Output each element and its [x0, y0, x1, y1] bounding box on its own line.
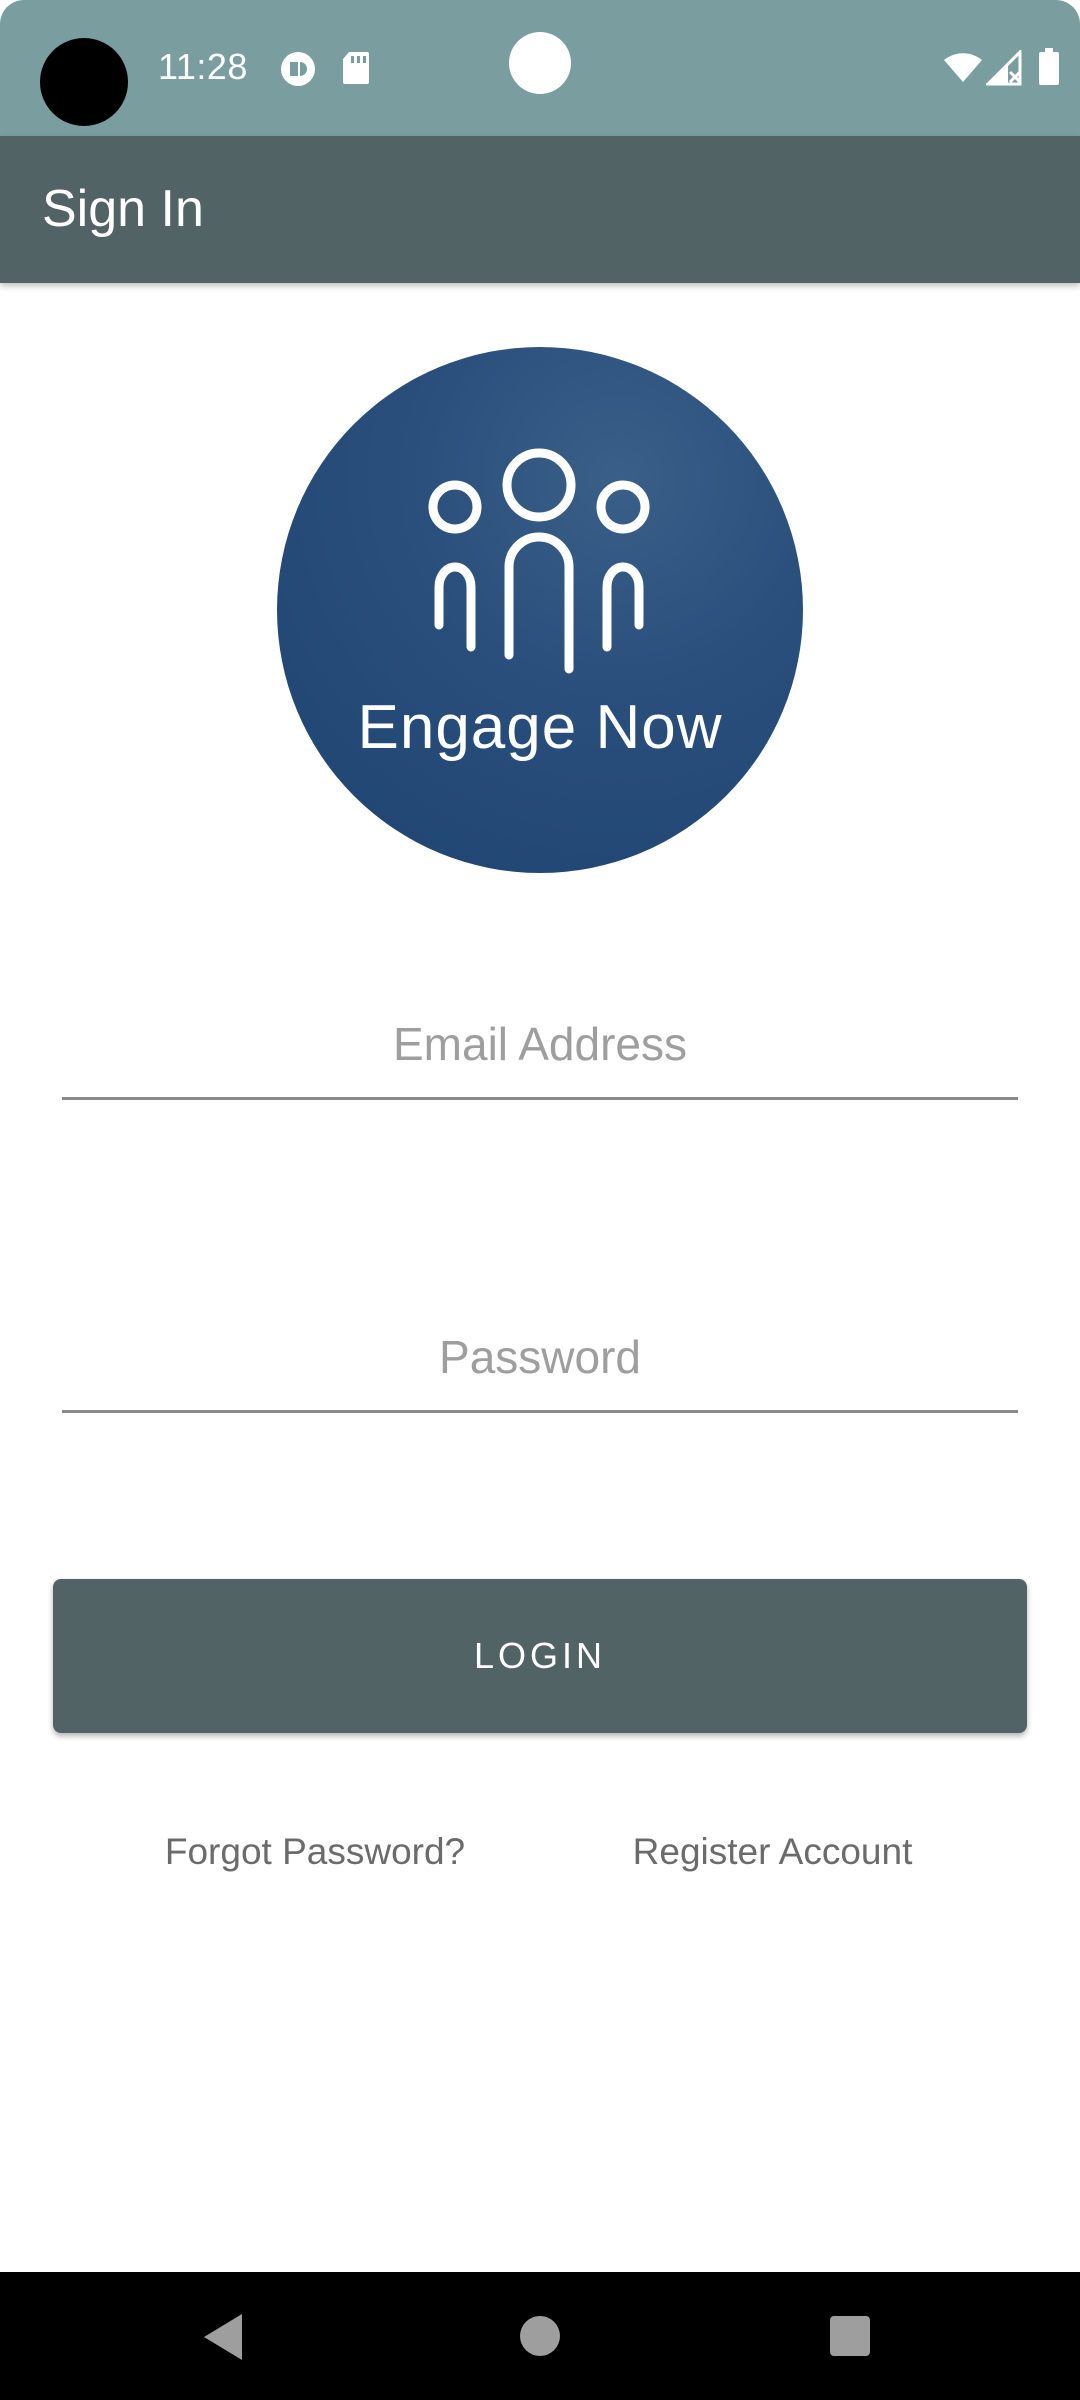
register-account-link[interactable]: Register Account: [600, 1822, 945, 1882]
battery-icon: [1039, 48, 1059, 85]
status-time: 11:28: [158, 46, 248, 87]
login-button[interactable]: LOGIN: [53, 1579, 1027, 1733]
people-group-icon: [428, 448, 650, 674]
camera-indicator: [509, 32, 571, 94]
engage-now-logo: Engage Now: [277, 347, 803, 873]
camera-cutout: [40, 38, 128, 126]
wifi-icon: [944, 53, 982, 82]
password-field-container: [62, 1303, 1018, 1413]
status-bar: 11:28: [0, 0, 1080, 136]
password-field[interactable]: [62, 1303, 1018, 1410]
signal-icon: [986, 50, 1022, 86]
forgot-password-link[interactable]: Forgot Password?: [140, 1822, 490, 1882]
back-icon[interactable]: [202, 2312, 246, 2362]
sd-card-icon: [343, 52, 369, 84]
sign-in-screen: 11:28 Sign In Engage Now Email Address L…: [0, 0, 1080, 2400]
email-field[interactable]: [62, 990, 1018, 1097]
page-title: Sign In: [42, 180, 204, 238]
logo-text: Engage Now: [357, 693, 723, 762]
notification-icon: [281, 52, 315, 86]
recents-icon[interactable]: [830, 2316, 870, 2356]
app-bar: Sign In: [0, 136, 1080, 283]
email-field-container: [62, 990, 1018, 1100]
navigation-bar: [0, 2272, 1080, 2400]
home-icon[interactable]: [520, 2316, 560, 2356]
